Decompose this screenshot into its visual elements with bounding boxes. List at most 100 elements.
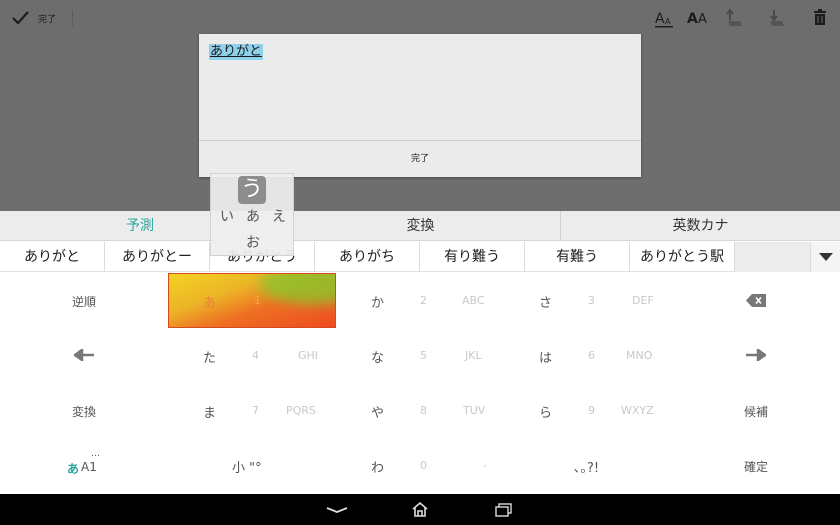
arrow-left-icon — [74, 349, 94, 361]
key-ta-main: た — [203, 351, 217, 366]
key-ta[interactable]: た 4 GHI — [168, 328, 336, 383]
key-wa-main: わ — [371, 461, 385, 476]
flick-up-char[interactable]: う — [238, 176, 266, 204]
small-dakuten-label: 小 "° — [232, 461, 262, 476]
key-ra[interactable]: ら 9 WXYZ — [504, 383, 672, 438]
key-ya[interactable]: や 8 TUV — [336, 383, 504, 438]
key-ma-number: 7 — [252, 404, 259, 417]
reverse-key[interactable]: 逆順 — [0, 273, 168, 328]
font-size-small-icon[interactable]: AA — [652, 6, 676, 30]
composing-text[interactable]: ありがと — [209, 44, 264, 60]
key-sa-number: 3 — [588, 294, 595, 307]
cursor-right-key[interactable] — [672, 328, 840, 383]
convert-key[interactable]: 変換 — [0, 383, 168, 438]
key-ra-main: ら — [539, 406, 553, 421]
key-a-main: あ — [203, 296, 217, 311]
candidate-item[interactable]: 有り難う — [420, 242, 525, 272]
key-a-number: 1 — [254, 294, 261, 307]
svg-text:A: A — [698, 12, 707, 27]
candidates-key[interactable]: 候補 — [672, 383, 840, 438]
key-ra-number: 9 — [588, 404, 595, 417]
key-sa-letters: DEF — [632, 294, 654, 307]
back-down-icon[interactable] — [326, 506, 348, 514]
small-dakuten-key[interactable]: 小 "° — [168, 438, 336, 493]
svg-text:A: A — [655, 11, 665, 27]
key-na-letters: JKL — [465, 349, 482, 362]
key-ya-main: や — [371, 406, 385, 421]
key-ka-number: 2 — [420, 294, 427, 307]
mode-more-label: … — [91, 449, 100, 459]
key-a[interactable]: あ 1 — [168, 273, 336, 328]
key-na-main: な — [371, 351, 385, 366]
confirm-label: 確定 — [743, 460, 768, 474]
confirm-key[interactable]: 確定 — [672, 438, 840, 493]
key-ya-letters: TUV — [463, 404, 486, 417]
mode-tabs: 予測 変換 英数カナ — [0, 211, 840, 241]
candidate-filler — [735, 242, 810, 272]
key-ma-letters: PQRS — [286, 404, 316, 417]
candidate-item[interactable]: 有難う — [525, 242, 630, 272]
convert-label: 変換 — [71, 405, 96, 419]
key-ha[interactable]: は 6 MNO — [504, 328, 672, 383]
text-dialog: ありがと 完了 — [199, 34, 641, 177]
backspace-key[interactable] — [672, 273, 840, 328]
candidate-item[interactable]: ありがち — [315, 242, 420, 272]
candidate-item[interactable]: ありがとー — [105, 242, 210, 272]
expand-candidates-button[interactable] — [810, 242, 840, 272]
key-ka-main: か — [371, 296, 385, 311]
font-size-large-icon[interactable]: AA — [686, 6, 710, 30]
tab-conversion[interactable]: 変換 — [281, 211, 560, 241]
arrow-right-icon — [746, 349, 766, 361]
tab-alnum-kana[interactable]: 英数カナ — [561, 211, 840, 241]
navigation-bar — [0, 494, 840, 525]
key-sa-main: さ — [539, 296, 553, 311]
action-divider — [72, 10, 73, 26]
punctuation-key[interactable]: ､｡?! — [504, 438, 672, 493]
key-wa-number: 0 — [420, 459, 427, 472]
key-ma-main: ま — [203, 406, 217, 421]
key-ha-main: は — [539, 351, 553, 366]
backspace-icon — [746, 294, 766, 307]
punctuation-label: ､｡?! — [574, 461, 600, 476]
candidate-item[interactable]: ありがと — [0, 242, 105, 272]
cursor-left-key[interactable] — [0, 328, 168, 383]
mode-num-label: A1 — [81, 460, 97, 474]
chevron-down-icon — [819, 253, 833, 261]
reverse-label: 逆順 — [71, 295, 96, 309]
flick-popup: う い あ え お — [210, 173, 294, 256]
key-ra-letters: WXYZ — [621, 404, 654, 417]
flick-left-char[interactable]: い — [220, 206, 234, 226]
done-label[interactable]: 完了 — [38, 12, 56, 25]
key-ya-number: 8 — [420, 404, 427, 417]
key-ka[interactable]: か 2 ABC — [336, 273, 504, 328]
candidates-label: 候補 — [743, 405, 768, 419]
ime-keyboard: 予測 変換 英数カナ ありがと ありがとー ありがとう ありがち 有り難う 有難… — [0, 211, 840, 494]
input-mode-key[interactable]: あ A1 … — [0, 438, 168, 493]
key-ha-number: 6 — [588, 349, 595, 362]
delete-icon[interactable] — [808, 6, 832, 30]
key-ma[interactable]: ま 7 PQRS — [168, 383, 336, 438]
home-icon[interactable] — [411, 501, 429, 518]
key-wa[interactable]: わ 0 - — [336, 438, 504, 493]
key-sa[interactable]: さ 3 DEF — [504, 273, 672, 328]
svg-text:A: A — [687, 11, 698, 27]
key-na[interactable]: な 5 JKL — [336, 328, 504, 383]
candidate-item[interactable]: ありがとう駅 — [630, 242, 735, 272]
flick-center-char[interactable]: あ — [246, 206, 260, 226]
dialog-done-button[interactable]: 完了 — [199, 141, 641, 177]
flick-right-char[interactable]: え — [272, 206, 286, 226]
key-ta-number: 4 — [252, 349, 259, 362]
checkmark-icon[interactable] — [10, 8, 32, 28]
key-wa-symbol: - — [483, 459, 487, 472]
flick-down-char[interactable]: お — [246, 232, 260, 252]
key-ka-letters: ABC — [462, 294, 485, 307]
svg-text:A: A — [665, 17, 671, 26]
recent-apps-icon[interactable] — [495, 503, 513, 517]
key-na-number: 5 — [420, 349, 427, 362]
action-bar: 完了 AA AA — [0, 0, 840, 36]
mode-kana-label: あ — [67, 462, 80, 476]
key-ta-letters: GHI — [298, 349, 319, 362]
candidate-bar: ありがと ありがとー ありがとう ありがち 有り難う 有難う ありがとう駅 — [0, 242, 840, 272]
move-up-icon[interactable] — [722, 6, 746, 30]
move-down-icon[interactable] — [764, 6, 788, 30]
